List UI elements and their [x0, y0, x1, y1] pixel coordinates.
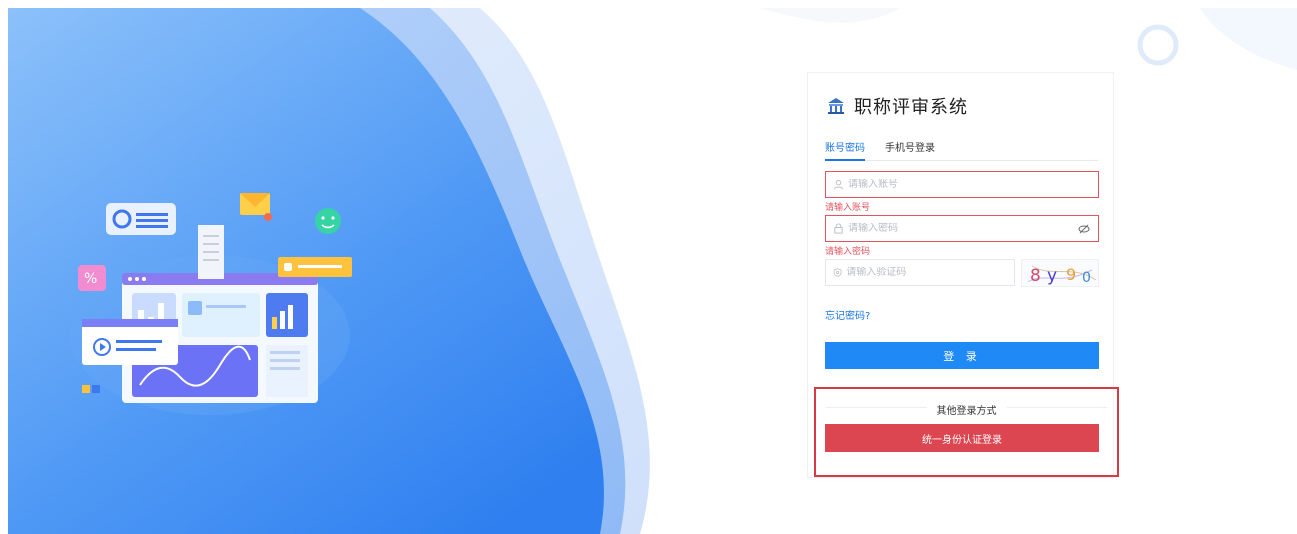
- captcha-image[interactable]: 8 y 9 0: [1021, 259, 1099, 287]
- svg-text:y: y: [1047, 266, 1057, 286]
- building-icon: [828, 98, 844, 114]
- login-button[interactable]: 登 录: [825, 342, 1099, 369]
- system-title: 职称评审系统: [854, 97, 968, 118]
- other-login-section: 其他登录方式 统一身份认证登录: [814, 387, 1119, 477]
- active-tab-indicator: [825, 159, 865, 161]
- user-icon: [833, 179, 844, 190]
- svg-text:9: 9: [1066, 265, 1076, 284]
- other-login-title: 其他登录方式: [926, 406, 1007, 417]
- account-input[interactable]: [848, 179, 1048, 190]
- shield-icon: [833, 268, 842, 277]
- login-page: % 职称评审系统 账号密码 手机号登录 请输入账号 请输入账号 请输入密码 请输…: [0, 0, 1297, 534]
- account-field[interactable]: [825, 171, 1099, 198]
- password-field[interactable]: [825, 215, 1099, 242]
- lock-icon: [834, 223, 843, 234]
- unified-auth-login-button[interactable]: 统一身份认证登录: [825, 424, 1099, 452]
- title-row: 职称评审系统: [826, 93, 968, 119]
- svg-text:0: 0: [1082, 270, 1091, 286]
- svg-text:%: %: [84, 271, 97, 287]
- password-error: 请输入密码: [825, 247, 871, 257]
- captcha-input[interactable]: [846, 267, 1014, 278]
- forgot-password-link[interactable]: 忘记密码?: [825, 307, 870, 322]
- eye-off-icon[interactable]: [1078, 223, 1090, 235]
- account-error: 请输入账号: [825, 203, 871, 213]
- login-tabs: 账号密码 手机号登录: [825, 139, 1098, 161]
- dashboard-illustration: %: [70, 193, 352, 415]
- other-login-title-wrap: 其他登录方式: [816, 399, 1117, 418]
- svg-text:8: 8: [1030, 266, 1041, 286]
- captcha-field[interactable]: [825, 259, 1015, 286]
- tab-phone-login[interactable]: 手机号登录: [885, 139, 935, 154]
- tab-account-password[interactable]: 账号密码: [825, 139, 865, 154]
- captcha-glyphs: 8 y 9 0: [1027, 265, 1097, 286]
- password-input[interactable]: [848, 223, 1048, 234]
